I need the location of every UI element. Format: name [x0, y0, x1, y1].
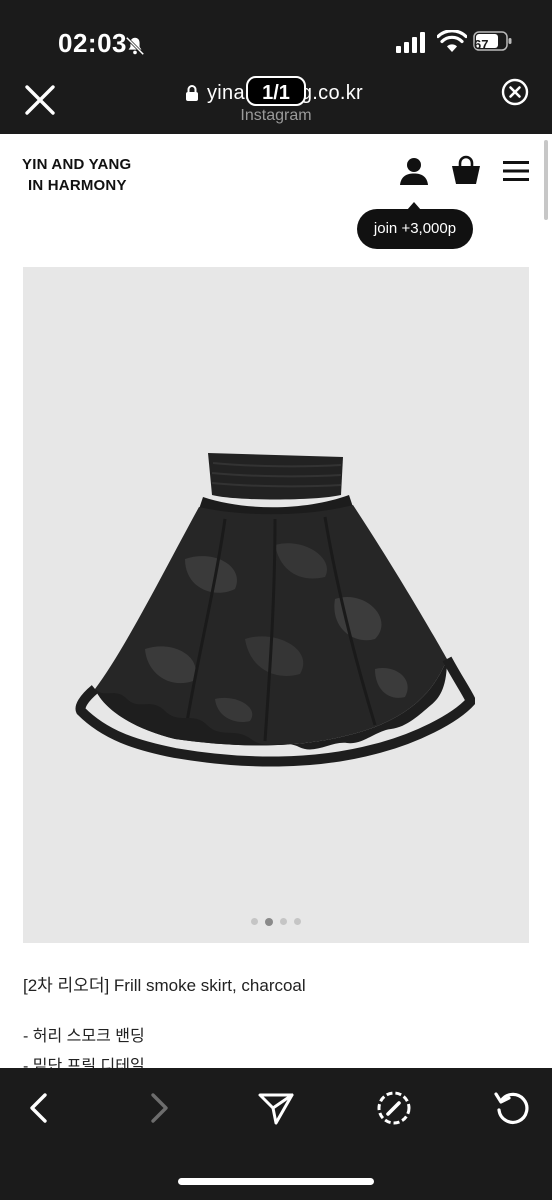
product-detail-line: - 허리 스모크 밴딩 [23, 1028, 145, 1045]
brand-logo[interactable]: YIN AND YANG IN HARMONY [22, 154, 131, 196]
brand-line-2: IN HARMONY [28, 177, 127, 194]
carousel-dot[interactable] [294, 918, 301, 925]
wifi-icon [437, 30, 467, 52]
carousel-dots[interactable] [23, 917, 529, 926]
lock-icon [186, 85, 198, 101]
signal-icon [396, 32, 425, 53]
carousel-dot[interactable] [280, 918, 287, 925]
browser-top-bar: 02:03 67 1/1 Instagram [0, 0, 552, 134]
status-time: 02:03 [58, 28, 127, 58]
brand-line-1: YIN AND YANG [22, 156, 132, 173]
scrollbar[interactable] [544, 140, 548, 220]
source-label: Instagram [240, 107, 312, 124]
hamburger-menu-icon[interactable] [502, 158, 530, 184]
join-points-tooltip[interactable]: join +3,000p [357, 202, 473, 249]
site-header: YIN AND YANG IN HARMONY join +3,000p [0, 134, 552, 254]
user-icon[interactable] [399, 156, 429, 186]
home-indicator [178, 1178, 374, 1185]
cancel-circle-icon[interactable] [501, 78, 529, 106]
status-bar: 02:03 67 [0, 0, 552, 72]
compass-icon[interactable] [374, 1088, 414, 1128]
skirt-product-image [75, 453, 475, 767]
reload-icon[interactable] [492, 1088, 532, 1128]
chevron-left-icon[interactable] [20, 1088, 60, 1128]
product-title: [2차 리오더] Frill smoke skirt, charcoal [23, 976, 306, 995]
chevron-right-icon[interactable] [138, 1088, 178, 1128]
bell-off-icon [125, 36, 145, 56]
carousel-dot[interactable] [251, 918, 258, 925]
carousel-dot-active[interactable] [265, 917, 273, 926]
shopping-bag-icon[interactable] [450, 154, 482, 186]
browser-bottom-toolbar [0, 1068, 552, 1200]
product-image-carousel[interactable] [23, 267, 529, 943]
page-counter-badge: 1/1 [246, 76, 306, 106]
battery-level: 67 [474, 37, 489, 52]
send-icon[interactable] [256, 1088, 296, 1128]
